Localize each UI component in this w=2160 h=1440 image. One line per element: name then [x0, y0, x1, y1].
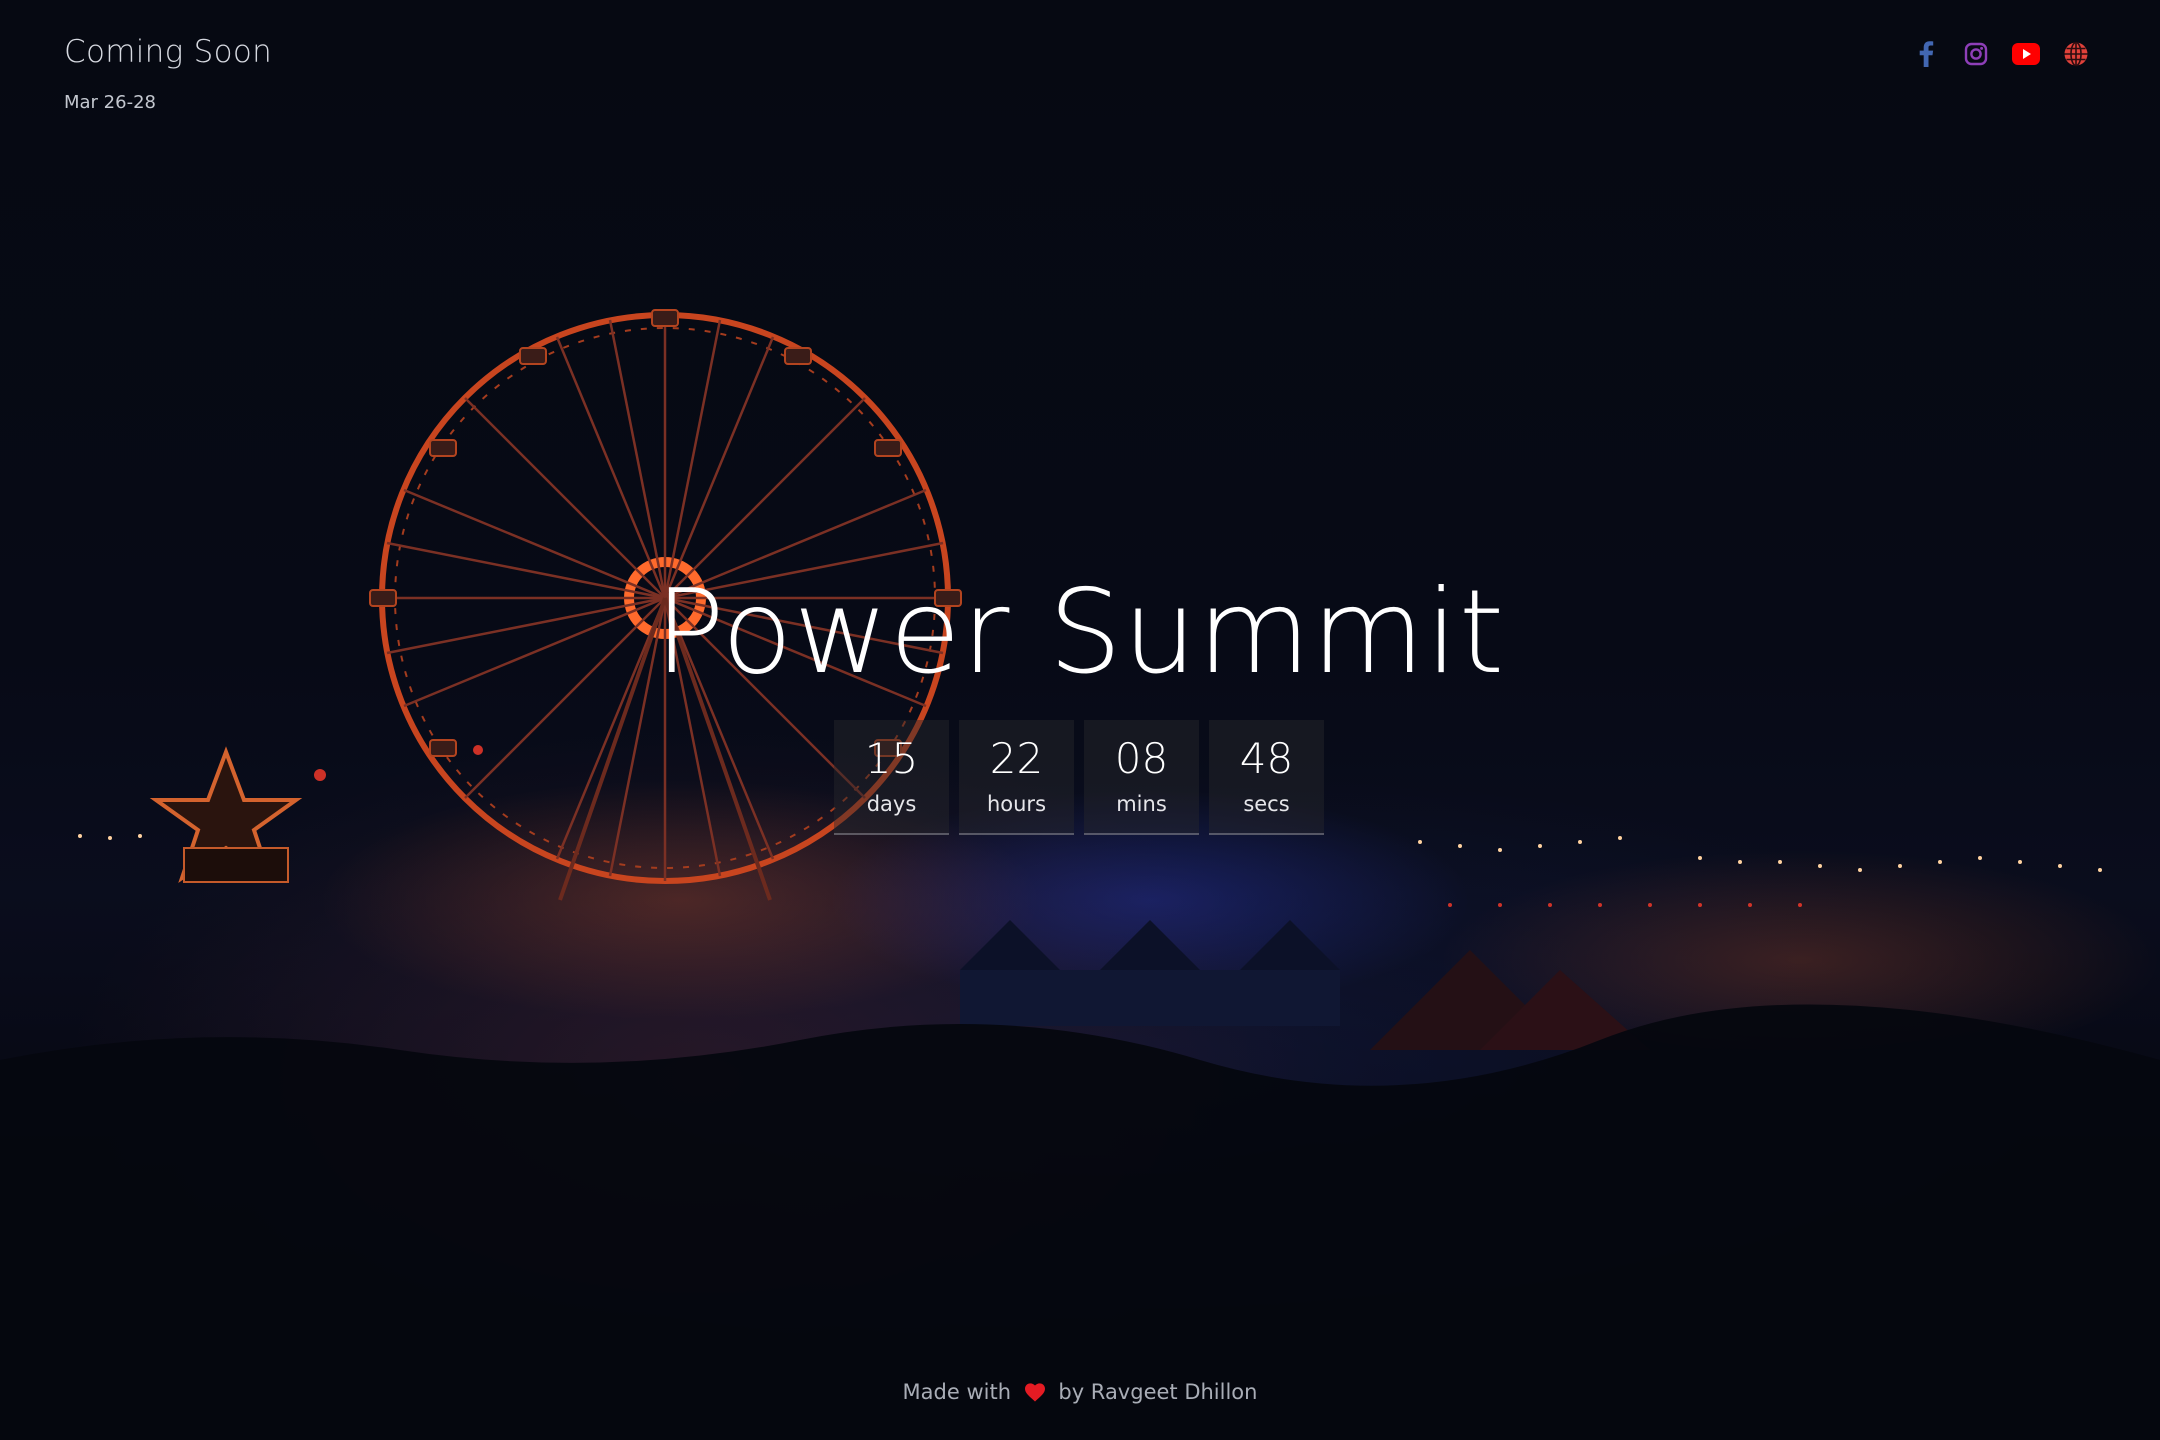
heart-icon [1024, 1382, 1046, 1407]
countdown-value: 08 [1114, 734, 1169, 783]
countdown-days: 15 days [834, 720, 949, 835]
countdown-value: 48 [1239, 734, 1294, 783]
countdown-unit: mins [1116, 792, 1167, 816]
author-link[interactable]: by Ravgeet Dhillon [1058, 1380, 1257, 1404]
countdown-mins: 08 mins [1084, 720, 1199, 835]
globe-icon [2064, 41, 2088, 67]
countdown-value: 15 [864, 734, 919, 783]
footer-credit: Made with by Ravgeet Dhillon [0, 1380, 2160, 1407]
countdown-unit: hours [986, 792, 1047, 816]
countdown-unit: days [866, 792, 917, 816]
instagram-icon [1964, 42, 1988, 66]
footer-prefix: Made with [902, 1380, 1011, 1404]
countdown-secs: 48 secs [1209, 720, 1324, 835]
countdown-value: 22 [989, 734, 1044, 783]
star-sign [149, 746, 303, 883]
facebook-link[interactable] [1912, 40, 1940, 68]
instagram-link[interactable] [1962, 40, 1990, 68]
facebook-icon [1919, 41, 1934, 67]
event-date: Mar 26-28 [64, 92, 156, 113]
coming-soon-page: Coming Soon Mar 26-28 Power Summit 15 da… [0, 0, 2160, 1440]
social-links [1912, 40, 2090, 68]
countdown-timer: 15 days 22 hours 08 mins 48 secs [834, 720, 1324, 835]
youtube-link[interactable] [2012, 40, 2040, 68]
countdown-unit: secs [1243, 792, 1290, 816]
website-link[interactable] [2062, 40, 2090, 68]
coming-soon-title: Coming Soon [64, 34, 273, 70]
youtube-icon [2012, 43, 2040, 65]
event-title: Power Summit [654, 565, 1506, 700]
hero: Power Summit [0, 575, 2160, 691]
countdown-hours: 22 hours [959, 720, 1074, 835]
